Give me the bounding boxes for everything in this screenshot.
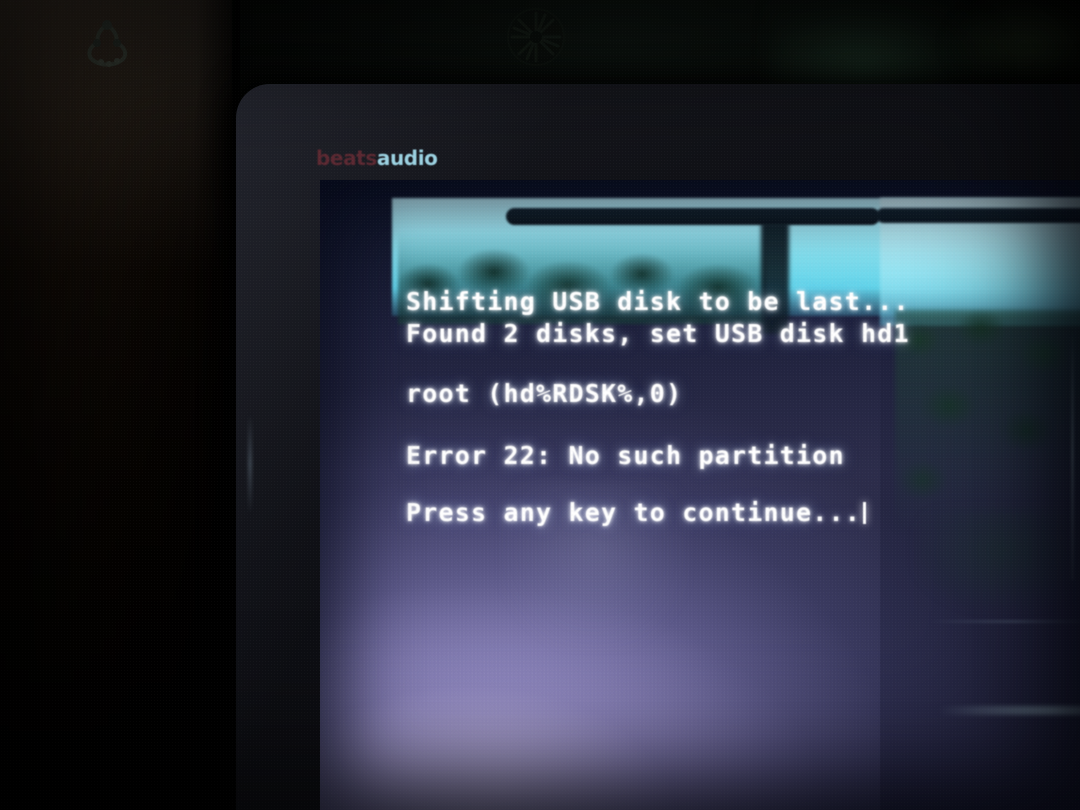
coat-hook-icon [76, 16, 138, 78]
rosette-medallion-icon [505, 6, 567, 68]
beats-logo-mark: beats [316, 146, 377, 170]
background-glow-blur [950, 0, 1080, 90]
beats-audio-logo: beatsaudio [316, 146, 438, 170]
wood-panel-edge [196, 0, 240, 810]
screen-vignette [320, 180, 1080, 810]
laptop-screen: Shifting USB disk to be last... Found 2 … [320, 180, 1080, 810]
laptop-body: beatsaudio Shifting USB disk to be last.… [236, 84, 1080, 810]
beats-logo-word: audio [376, 146, 438, 170]
bezel-edge-glint [248, 414, 252, 514]
photo-scene: beatsaudio Shifting USB disk to be last.… [0, 0, 1080, 810]
